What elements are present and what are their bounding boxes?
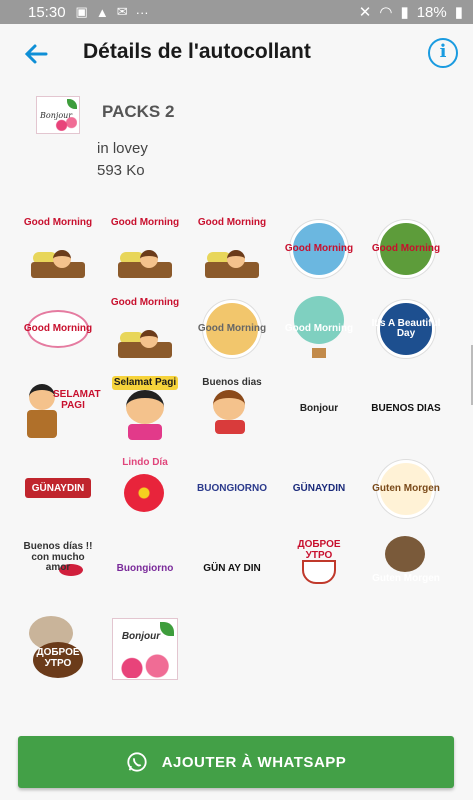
pack-size: 593 Ko <box>97 162 145 179</box>
sticker-text: GÜNAYDIN <box>292 482 346 494</box>
sticker-text: Good Morning <box>197 217 267 228</box>
sticker-grid: Good Morning Good Morning Good Morning Good… <box>23 216 453 682</box>
add-to-whatsapp-label: AJOUTER À WHATSAPP <box>161 753 347 771</box>
sticker-13[interactable]: Buenos dias <box>197 376 267 442</box>
balloon-shape <box>294 296 344 344</box>
sticker-26[interactable]: ДОБРОЕ УТРО <box>23 616 93 682</box>
cat-shape <box>385 536 425 572</box>
mail-icon: ✉ <box>116 4 128 19</box>
sticker-text: Guten Morgen <box>372 573 440 584</box>
notification-icons: ▣ ▲ ✉ ··· <box>76 4 149 20</box>
warning-icon: ▲ <box>95 4 109 20</box>
sticker-16[interactable]: GÜNAYDIN <box>23 456 93 522</box>
sticker-9[interactable]: Good Morning <box>284 296 354 362</box>
sticker-text: Good Morning <box>197 322 267 334</box>
app-bar: Détails de l'autocollant i <box>0 24 473 84</box>
sticker-15[interactable]: BUENOS DIAS <box>371 376 441 442</box>
sticker-text: Bonjour <box>299 402 339 414</box>
sticker-18[interactable]: BUONGIORNO <box>197 456 267 522</box>
pack-author: in lovey <box>97 140 148 157</box>
add-to-whatsapp-button[interactable]: AJOUTER À WHATSAPP <box>18 736 454 788</box>
sticker-23[interactable]: GÜN AY DIN <box>197 536 267 602</box>
sticker-6[interactable]: Good Morning <box>23 296 93 362</box>
character-body <box>27 410 57 438</box>
battery-level: 18% <box>416 3 447 21</box>
sticker-text: Good Morning <box>371 242 441 254</box>
character-head <box>126 390 164 424</box>
sticker-text: Buenos días !! con mucho amor <box>23 541 93 573</box>
character-shape <box>53 250 71 268</box>
status-bar: 15:30 ▣ ▲ ✉ ··· ✕ ◠ ▮ 18% ▮ <box>0 0 473 24</box>
sticker-text: It's A Beautiful Day <box>371 317 441 339</box>
sticker-text: Good Morning <box>110 217 180 228</box>
character-shape <box>140 330 158 348</box>
character-body <box>215 420 245 434</box>
sticker-text: ДОБРОЕ УТРО <box>36 647 80 669</box>
sticker-text: Good Morning <box>23 322 93 334</box>
sticker-text: Buenos dias <box>202 377 262 388</box>
sticker-19[interactable]: GÜNAYDIN <box>284 456 354 522</box>
pack-details: Bonjour PACKS 2 in lovey 593 Ko <box>36 96 436 186</box>
back-arrow-icon[interactable] <box>20 38 52 70</box>
mute-icon: ✕ <box>358 4 372 21</box>
character-shape <box>227 250 245 268</box>
sticker-22[interactable]: Buongiorno <box>110 536 180 602</box>
sticker-1[interactable]: Good Morning <box>23 216 93 282</box>
sticker-text: Good Morning <box>23 217 93 228</box>
sticker-20[interactable]: Guten Morgen <box>371 456 441 522</box>
image-icon: ▣ <box>75 4 88 19</box>
sticker-27[interactable]: Bonjour <box>110 616 180 682</box>
sticker-text: BUONGIORNO <box>197 482 267 494</box>
leaf-decoration <box>67 99 77 109</box>
sticker-10[interactable]: It's A Beautiful Day <box>371 296 441 362</box>
signal-icon: ▮ <box>400 4 409 21</box>
character-head <box>29 384 55 410</box>
sticker-text: Bonjour <box>121 631 161 642</box>
wifi-icon: ◠ <box>379 4 393 21</box>
sticker-text: Guten Morgen <box>372 482 440 494</box>
info-icon[interactable]: i <box>428 38 458 68</box>
sticker-text: Lindo Día <box>122 457 168 468</box>
sticker-text: SELAMAT PAGI <box>53 389 101 411</box>
sticker-text: Good Morning <box>284 322 354 334</box>
sticker-text: Buongiorno <box>116 562 174 574</box>
sticker-7[interactable]: Good Morning <box>110 296 180 362</box>
sticker-12[interactable]: Selamat Pagi <box>110 376 180 442</box>
pack-name: PACKS 2 <box>102 102 175 121</box>
sticker-text: GÜNAYDIN <box>31 482 85 494</box>
sticker-text: Selamat Pagi <box>113 377 177 388</box>
roses-decoration <box>118 654 174 678</box>
battery-icon: ▮ <box>454 4 463 21</box>
cup-shape <box>302 560 336 584</box>
sticker-text: BUENOS DIAS <box>371 402 441 414</box>
sticker-14[interactable]: Bonjour <box>284 376 354 442</box>
sticker-text: GÜN AY DIN <box>203 562 261 574</box>
sticker-11[interactable]: SELAMAT PAGI <box>23 376 101 442</box>
character-body <box>128 424 162 440</box>
sticker-24[interactable]: ДОБРОЕ УТРО <box>284 536 354 602</box>
more-notifications: ··· <box>135 4 149 20</box>
sticker-4[interactable]: Good Morning <box>284 216 354 282</box>
page-title: Détails de l'autocollant <box>83 40 311 63</box>
sticker-21[interactable]: Buenos días !! con mucho amor <box>23 536 93 602</box>
tray-icon: Bonjour <box>36 96 80 134</box>
character-head <box>213 390 245 420</box>
character-shape <box>140 250 158 268</box>
sticker-text: Good Morning <box>110 297 180 308</box>
sticker-text: Good Morning <box>284 242 354 254</box>
sticker-17[interactable]: Lindo Día <box>110 456 180 522</box>
sticker-5[interactable]: Good Morning <box>371 216 441 282</box>
sticker-3[interactable]: Good Morning <box>197 216 267 282</box>
sticker-text: ДОБРОЕ УТРО <box>297 539 341 561</box>
flower-shape <box>124 474 164 512</box>
sticker-2[interactable]: Good Morning <box>110 216 180 282</box>
status-time: 15:30 <box>28 3 66 21</box>
roses-decoration <box>55 117 77 131</box>
sticker-25[interactable]: Guten Morgen <box>371 536 441 602</box>
sticker-8[interactable]: Good Morning <box>197 296 267 362</box>
balloon-basket <box>312 348 326 358</box>
whatsapp-icon <box>127 752 147 772</box>
